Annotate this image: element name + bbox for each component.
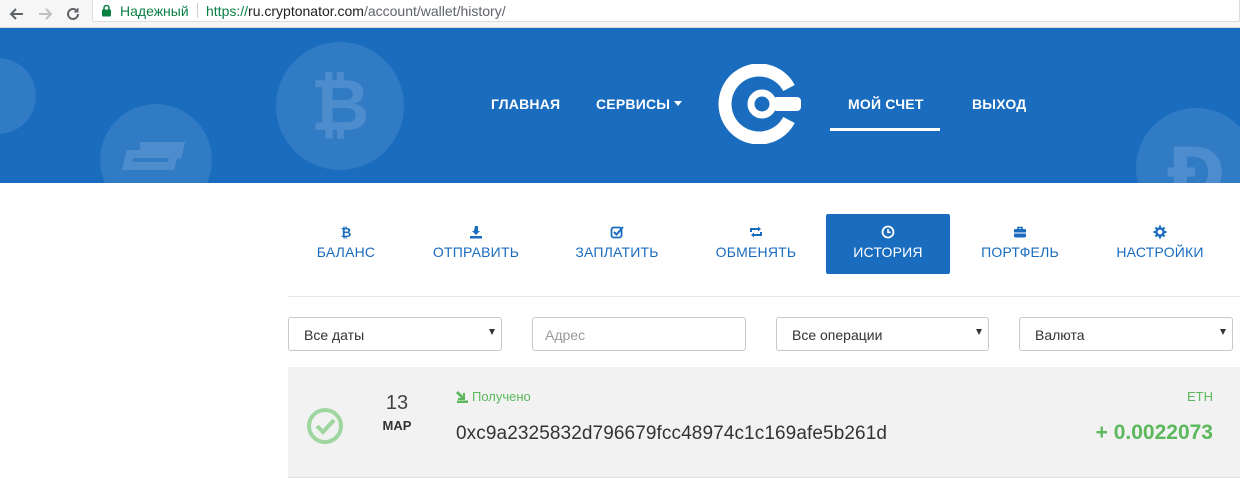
background-coin-icon xyxy=(0,58,36,134)
tab-exchange[interactable]: ОБМЕНЯТЬ xyxy=(694,214,818,274)
caret-down-icon xyxy=(674,101,683,106)
receive-icon xyxy=(456,391,468,403)
cryptonator-logo[interactable] xyxy=(718,64,804,144)
transaction-month: МАР xyxy=(382,418,412,433)
dogecoin-coin-icon: Ð xyxy=(1136,108,1240,183)
briefcase-icon xyxy=(1014,226,1026,238)
tab-send-label: ОТПРАВИТЬ xyxy=(432,244,520,260)
secure-label: Надежный xyxy=(120,3,189,19)
tab-pay[interactable]: ЗАПЛАТИТЬ xyxy=(555,214,679,274)
browser-toolbar: Надежный https://ru.cryptonator.com/acco… xyxy=(0,0,1240,28)
address-bar[interactable]: Надежный https://ru.cryptonator.com/acco… xyxy=(92,0,1240,22)
nav-home[interactable]: ГЛАВНАЯ xyxy=(491,96,560,112)
transaction-row[interactable]: 13 МАР Получено 0xc9a2325832d796679fcc48… xyxy=(288,367,1240,478)
nav-logout[interactable]: ВЫХОД xyxy=(972,96,1026,112)
tab-history-label: ИСТОРИЯ xyxy=(853,244,923,260)
caret-down-icon xyxy=(1220,329,1226,335)
send-icon xyxy=(470,226,482,239)
nav-services[interactable]: СЕРВИСЫ xyxy=(596,96,683,112)
url-path: /account/wallet/history/ xyxy=(363,3,506,19)
gear-icon xyxy=(1153,225,1167,239)
transaction-status-label: Получено xyxy=(472,389,531,404)
caret-down-icon xyxy=(976,329,982,335)
tab-history[interactable]: ИСТОРИЯ xyxy=(826,214,950,274)
url-text[interactable]: https://ru.cryptonator.com/account/walle… xyxy=(206,2,506,20)
tab-portfolio-label: ПОРТФЕЛЬ xyxy=(981,244,1059,260)
tab-balance[interactable]: ₿ БАЛАНС xyxy=(284,214,408,274)
nav-services-label: СЕРВИСЫ xyxy=(596,96,671,112)
address-input[interactable]: Адрес xyxy=(532,317,746,351)
operations-filter-value: Все операции xyxy=(792,327,883,343)
bitcoin-coin-icon: ₿ xyxy=(276,42,404,170)
tab-portfolio[interactable]: ПОРТФЕЛЬ xyxy=(958,214,1082,274)
tab-pay-label: ЗАПЛАТИТЬ xyxy=(575,244,659,260)
transaction-address: 0xc9a2325832d796679fcc48974c1c169afe5b26… xyxy=(456,423,888,444)
reload-icon[interactable] xyxy=(62,3,84,25)
site-header: ₿ Ð ГЛАВНАЯ СЕРВИСЫ МОЙ СЧЕТ ВЫХОД xyxy=(0,28,1240,183)
tab-settings-label: НАСТРОЙКИ xyxy=(1116,244,1204,260)
currency-filter-select[interactable]: Валюта xyxy=(1019,317,1233,351)
tabs-divider xyxy=(288,296,1240,297)
nav-active-underline xyxy=(830,128,940,131)
lock-icon xyxy=(102,4,111,17)
tab-exchange-label: ОБМЕНЯТЬ xyxy=(715,244,797,260)
url-host: ru.cryptonator.com xyxy=(248,3,364,19)
checkbox-icon xyxy=(610,226,624,239)
transaction-amount: + 0.0022073 xyxy=(1095,421,1213,444)
currency-filter-value: Валюта xyxy=(1035,327,1085,343)
svg-text:₿: ₿ xyxy=(311,63,370,147)
svg-text:Ð: Ð xyxy=(1167,133,1226,183)
back-arrow-icon[interactable] xyxy=(6,3,28,25)
dash-coin-icon xyxy=(100,104,212,183)
check-circle-icon xyxy=(307,408,343,444)
transaction-currency: ETH xyxy=(1187,389,1213,404)
url-separator xyxy=(197,3,198,18)
transaction-status: Получено xyxy=(456,389,531,404)
tab-send[interactable]: ОТПРАВИТЬ xyxy=(414,214,538,274)
address-placeholder: Адрес xyxy=(545,327,586,343)
date-filter-select[interactable]: Все даты xyxy=(288,317,502,351)
bitcoin-icon: ₿ xyxy=(341,226,352,239)
tab-balance-label: БАЛАНС xyxy=(316,244,376,260)
url-scheme: https:// xyxy=(206,3,249,19)
tab-settings[interactable]: НАСТРОЙКИ xyxy=(1098,214,1222,274)
date-filter-value: Все даты xyxy=(304,327,365,343)
svg-text:₿: ₿ xyxy=(341,226,352,239)
forward-arrow-icon[interactable] xyxy=(34,3,56,25)
clock-icon xyxy=(881,225,895,239)
exchange-icon xyxy=(750,226,762,238)
operations-filter-select[interactable]: Все операции xyxy=(776,317,989,351)
transaction-day: 13 xyxy=(385,392,409,414)
caret-down-icon xyxy=(489,329,495,335)
nav-my-account[interactable]: МОЙ СЧЕТ xyxy=(848,96,924,112)
